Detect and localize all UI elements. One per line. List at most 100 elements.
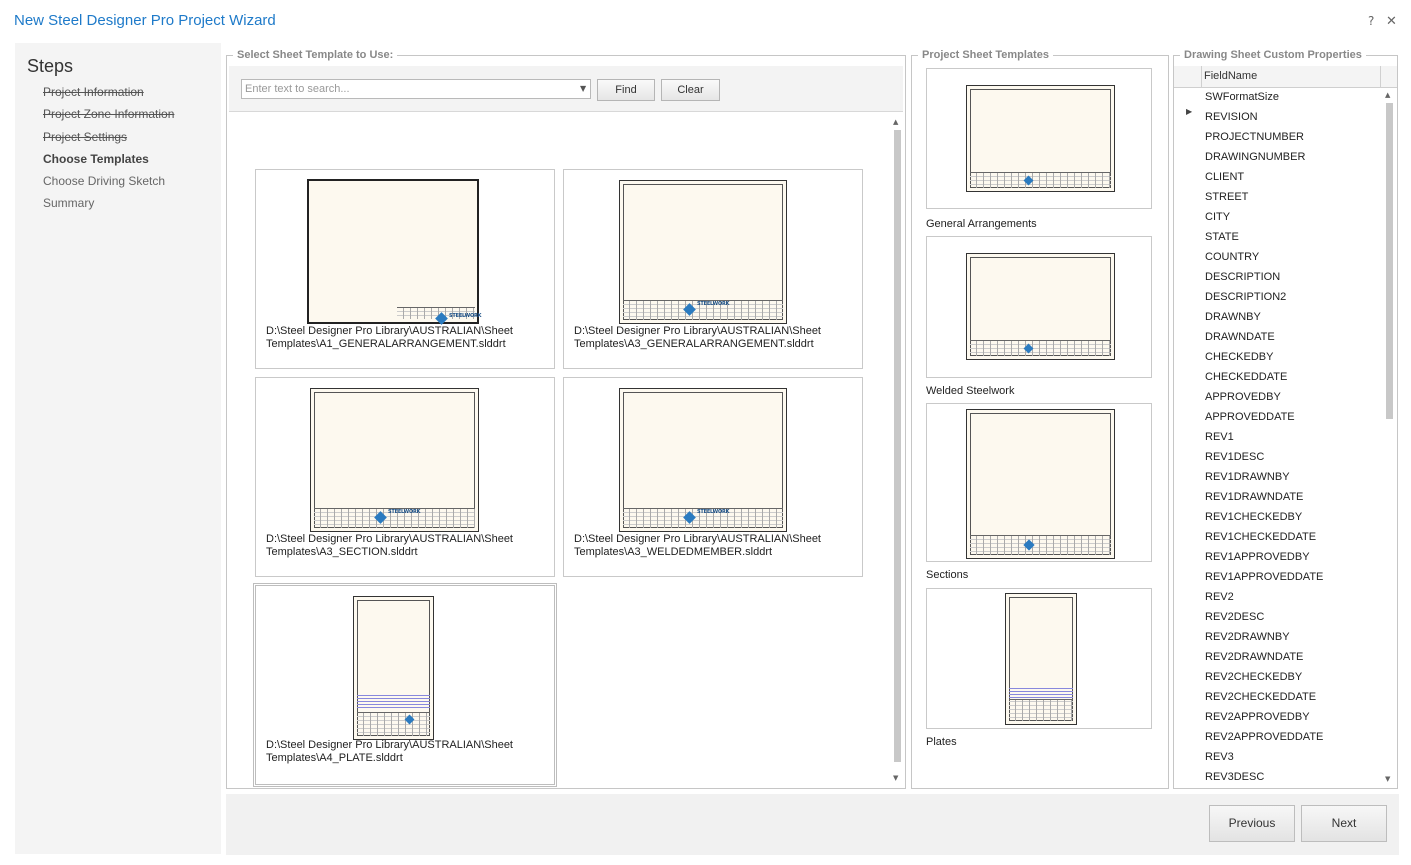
property-row[interactable]: CLIENT [1205, 171, 1244, 183]
property-row[interactable]: REV3DESC [1205, 771, 1264, 783]
property-row[interactable]: REV1 [1205, 431, 1234, 443]
property-row[interactable]: DRAWINGNUMBER [1205, 151, 1305, 163]
property-row[interactable]: REV1DESC [1205, 451, 1264, 463]
property-row[interactable]: REV2CHECKEDBY [1205, 671, 1302, 683]
property-row[interactable]: COUNTRY [1205, 251, 1259, 263]
property-row[interactable]: REV2CHECKEDDATE [1205, 691, 1316, 703]
project-template-label-sections: Sections [926, 569, 969, 581]
project-template-card-sections[interactable] [926, 403, 1152, 562]
template-card-a3-welded-member[interactable]: STEELWORK D:\Steel Designer Pro Library\… [563, 377, 863, 577]
project-template-label-plates: Plates [926, 736, 957, 748]
window-title: New Steel Designer Pro Project Wizard [14, 12, 276, 29]
chevron-down-icon[interactable]: ▼ [580, 84, 586, 93]
help-icon[interactable]: ? [1368, 14, 1374, 28]
scroll-down-icon[interactable]: ▼ [1385, 775, 1390, 783]
property-row[interactable]: REV2DRAWNDATE [1205, 651, 1303, 663]
template-caption: D:\Steel Designer Pro Library\AUSTRALIAN… [266, 739, 513, 764]
steps-heading: Steps [27, 56, 74, 76]
sheet-thumbnail: STEELWORK [307, 179, 482, 325]
title-bar: New Steel Designer Pro Project Wizard ? … [0, 0, 1411, 44]
previous-button[interactable]: Previous [1209, 805, 1295, 842]
sheet-thumbnail [353, 596, 434, 740]
template-list-scrollbar[interactable]: ▲ ▼ [892, 116, 902, 786]
property-row[interactable]: STATE [1205, 231, 1239, 243]
property-row[interactable]: APPROVEDBY [1205, 391, 1281, 403]
property-row[interactable]: SWFormatSize [1205, 91, 1279, 103]
property-row[interactable]: APPROVEDDATE [1205, 411, 1295, 423]
property-row[interactable]: DESCRIPTION2 [1205, 291, 1286, 303]
step-choose-driving-sketch[interactable]: Choose Driving Sketch [43, 174, 165, 188]
property-row[interactable]: STREET [1205, 191, 1248, 203]
sheet-thumbnail: STEELWORK [619, 388, 787, 532]
next-button[interactable]: Next [1301, 805, 1387, 842]
step-summary[interactable]: Summary [43, 196, 94, 210]
logo-text: STEELWORK [449, 313, 482, 319]
property-row[interactable]: DRAWNBY [1205, 311, 1261, 323]
template-caption: D:\Steel Designer Pro Library\AUSTRALIAN… [574, 533, 821, 558]
sheet-thumbnail [966, 409, 1115, 559]
project-templates-panel: Project Sheet Templates General Arrangem… [911, 49, 1169, 789]
scroll-thumb[interactable] [894, 130, 901, 762]
property-row[interactable]: REV3 [1205, 751, 1234, 763]
select-template-title: Select Sheet Template to Use: [233, 49, 398, 61]
project-template-card-general-arrangements[interactable] [926, 68, 1152, 209]
scroll-thumb[interactable] [1386, 103, 1393, 419]
select-template-panel: Select Sheet Template to Use: Enter text… [226, 49, 906, 789]
scroll-up-icon[interactable]: ▲ [1385, 91, 1390, 99]
property-row[interactable]: REV2DESC [1205, 611, 1264, 623]
project-template-card-welded-steelwork[interactable] [926, 236, 1152, 378]
step-project-settings[interactable]: Project Settings [43, 130, 127, 144]
property-row[interactable]: CITY [1205, 211, 1230, 223]
wizard-footer: Previous Next [226, 794, 1399, 855]
step-choose-templates[interactable]: Choose Templates [43, 152, 149, 166]
property-row[interactable]: DRAWNDATE [1205, 331, 1275, 343]
sheet-thumbnail: STEELWORK [619, 180, 787, 324]
steps-sidebar: Steps Project Information Project Zone I… [15, 43, 221, 854]
template-card-a1-general-arrangement[interactable]: STEELWORK D:\Steel Designer Pro Library\… [255, 169, 555, 369]
logo-text: STEELWORK [697, 301, 730, 307]
property-row[interactable]: REV1CHECKEDDATE [1205, 531, 1316, 543]
property-row[interactable]: REV2APPROVEDDATE [1205, 731, 1323, 743]
property-row[interactable]: REV1APPROVEDBY [1205, 551, 1310, 563]
property-row[interactable]: REV2DRAWNBY [1205, 631, 1290, 643]
find-button[interactable]: Find [597, 79, 655, 101]
properties-grid-header: FieldName [1174, 66, 1397, 88]
template-caption: D:\Steel Designer Pro Library\AUSTRALIAN… [574, 325, 821, 350]
template-card-a4-plate[interactable]: D:\Steel Designer Pro Library\AUSTRALIAN… [253, 583, 557, 787]
project-template-card-plates[interactable] [926, 588, 1152, 729]
logo-text: STEELWORK [388, 509, 421, 515]
template-card-a3-section[interactable]: STEELWORK D:\Steel Designer Pro Library\… [255, 377, 555, 577]
template-caption: D:\Steel Designer Pro Library\AUSTRALIAN… [266, 325, 513, 350]
search-bar: Enter text to search... ▼ Find Clear [229, 66, 903, 112]
property-row[interactable]: PROJECTNUMBER [1205, 131, 1304, 143]
step-project-zone-information[interactable]: Project Zone Information [43, 107, 174, 121]
property-row[interactable]: REV1DRAWNDATE [1205, 491, 1303, 503]
search-input[interactable]: Enter text to search... [241, 79, 591, 99]
custom-properties-title: Drawing Sheet Custom Properties [1180, 49, 1366, 61]
property-row[interactable]: REV1DRAWNBY [1205, 471, 1290, 483]
step-project-information[interactable]: Project Information [43, 85, 144, 99]
scroll-down-icon[interactable]: ▼ [893, 774, 898, 782]
property-row[interactable]: REV2APPROVEDBY [1205, 711, 1310, 723]
property-row[interactable]: REVISION [1205, 111, 1258, 123]
property-row[interactable]: CHECKEDBY [1205, 351, 1273, 363]
properties-scrollbar[interactable]: ▲ ▼ [1384, 89, 1394, 786]
project-template-label-welded-steelwork: Welded Steelwork [926, 385, 1015, 397]
sheet-thumbnail [966, 253, 1115, 360]
scroll-up-icon[interactable]: ▲ [893, 118, 898, 126]
template-card-a3-general-arrangement[interactable]: STEELWORK D:\Steel Designer Pro Library\… [563, 169, 863, 369]
property-row[interactable]: REV2 [1205, 591, 1234, 603]
property-row[interactable]: CHECKEDDATE [1205, 371, 1287, 383]
column-header-fieldname[interactable]: FieldName [1204, 70, 1257, 82]
row-indicator-icon: ▶ [1186, 107, 1193, 116]
logo-text: STEELWORK [697, 509, 730, 515]
property-row[interactable]: REV1APPROVEDDATE [1205, 571, 1323, 583]
clear-button[interactable]: Clear [661, 79, 720, 101]
property-row[interactable]: DESCRIPTION [1205, 271, 1280, 283]
close-icon[interactable]: ✕ [1386, 14, 1397, 29]
property-row[interactable]: REV1CHECKEDBY [1205, 511, 1302, 523]
custom-properties-panel: Drawing Sheet Custom Properties FieldNam… [1173, 49, 1398, 789]
project-template-label-general-arrangements: General Arrangements [926, 218, 1037, 230]
sheet-thumbnail [966, 85, 1115, 192]
sheet-thumbnail: STEELWORK [310, 388, 479, 532]
